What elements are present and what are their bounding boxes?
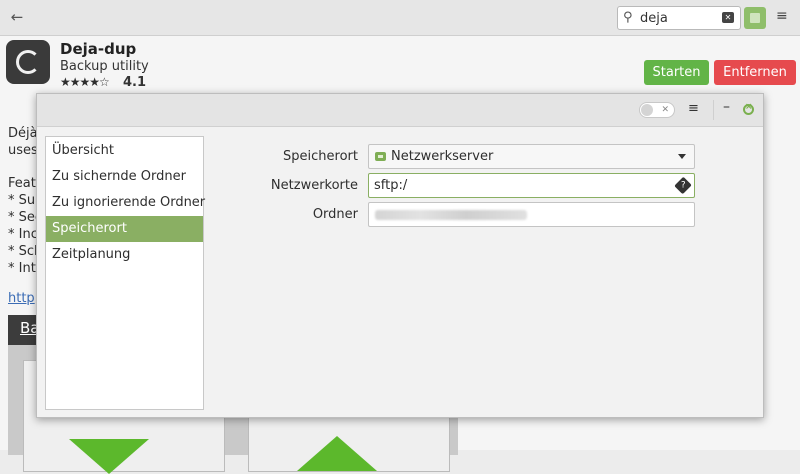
backup-preferences-dialog: ✕ ≡ – Übersicht Zu sichernde Ordner Zu i… [36,93,764,418]
storage-location-label: Speicherort [283,149,358,164]
sidebar-item-scheduling[interactable]: Zeitplanung [46,242,203,268]
folder-label: Ordner [312,207,358,222]
sidebar-item-overview[interactable]: Übersicht [46,138,203,164]
description-line: uses [8,143,38,158]
app-header: Deja-dup Backup utility ★★★★☆ 4.1 Starte… [0,36,800,93]
sidebar-item-storage-location[interactable]: Speicherort [46,216,203,242]
arrow-left-icon[interactable]: ← [8,8,26,26]
rating-stars: ★★★★☆ [60,75,110,89]
storage-location-value: Netzwerkserver [391,149,494,164]
network-location-input[interactable] [374,177,664,194]
sidebar-item-folders-to-ignore[interactable]: Zu ignorierende Ordner [46,190,205,216]
help-icon[interactable]: ? [674,176,692,195]
minimize-icon[interactable]: – [723,99,730,115]
auto-backup-switch[interactable]: ✕ [639,102,675,118]
app-name: Deja-dup [60,40,137,58]
settings-sidebar: Übersicht Zu sichernde Ordner Zu ignorie… [45,136,205,410]
close-icon[interactable] [743,102,754,115]
network-location-field[interactable]: ? [368,173,695,198]
dialog-titlebar: ✕ ≡ – [37,94,763,127]
hamburger-icon[interactable]: ≡ [776,8,788,24]
view-toggle-button[interactable] [744,7,766,29]
titlebar-separator [713,100,714,120]
homepage-link[interactable]: http [8,291,35,306]
search-box[interactable]: ⚲ ✕ [617,6,741,30]
start-button[interactable]: Starten [644,60,709,85]
app-subtitle: Backup utility [60,59,149,74]
description-line: * Int [8,261,36,276]
description-line: Feat [8,176,36,191]
upload-arrow-icon [297,436,377,471]
redacted-folder-value [375,210,527,220]
description-line: * Inc [8,227,38,242]
menu-icon[interactable]: ≡ [688,101,699,116]
remove-button[interactable]: Entfernen [714,60,796,85]
switch-knob [641,104,653,116]
rating-value: 4.1 [123,75,147,90]
backspace-icon[interactable]: ✕ [722,12,734,23]
download-arrow-icon [69,439,149,474]
search-input[interactable] [640,9,715,27]
screenshot-title: Ba [8,315,39,345]
sidebar-item-folders-to-save[interactable]: Zu sichernde Ordner [46,164,203,190]
chevron-down-icon [678,154,686,159]
folder-field[interactable] [368,202,695,227]
software-manager-toolbar: ← ⚲ ✕ ≡ [0,0,800,36]
description-line: Déjà [8,126,38,141]
search-icon: ⚲ [623,10,633,25]
network-location-label: Netzwerkorte [270,178,358,193]
storage-location-select[interactable]: Netzwerkserver [368,144,695,169]
switch-off-icon: ✕ [661,105,669,115]
network-server-icon [375,152,386,161]
app-logo-icon [6,40,50,84]
